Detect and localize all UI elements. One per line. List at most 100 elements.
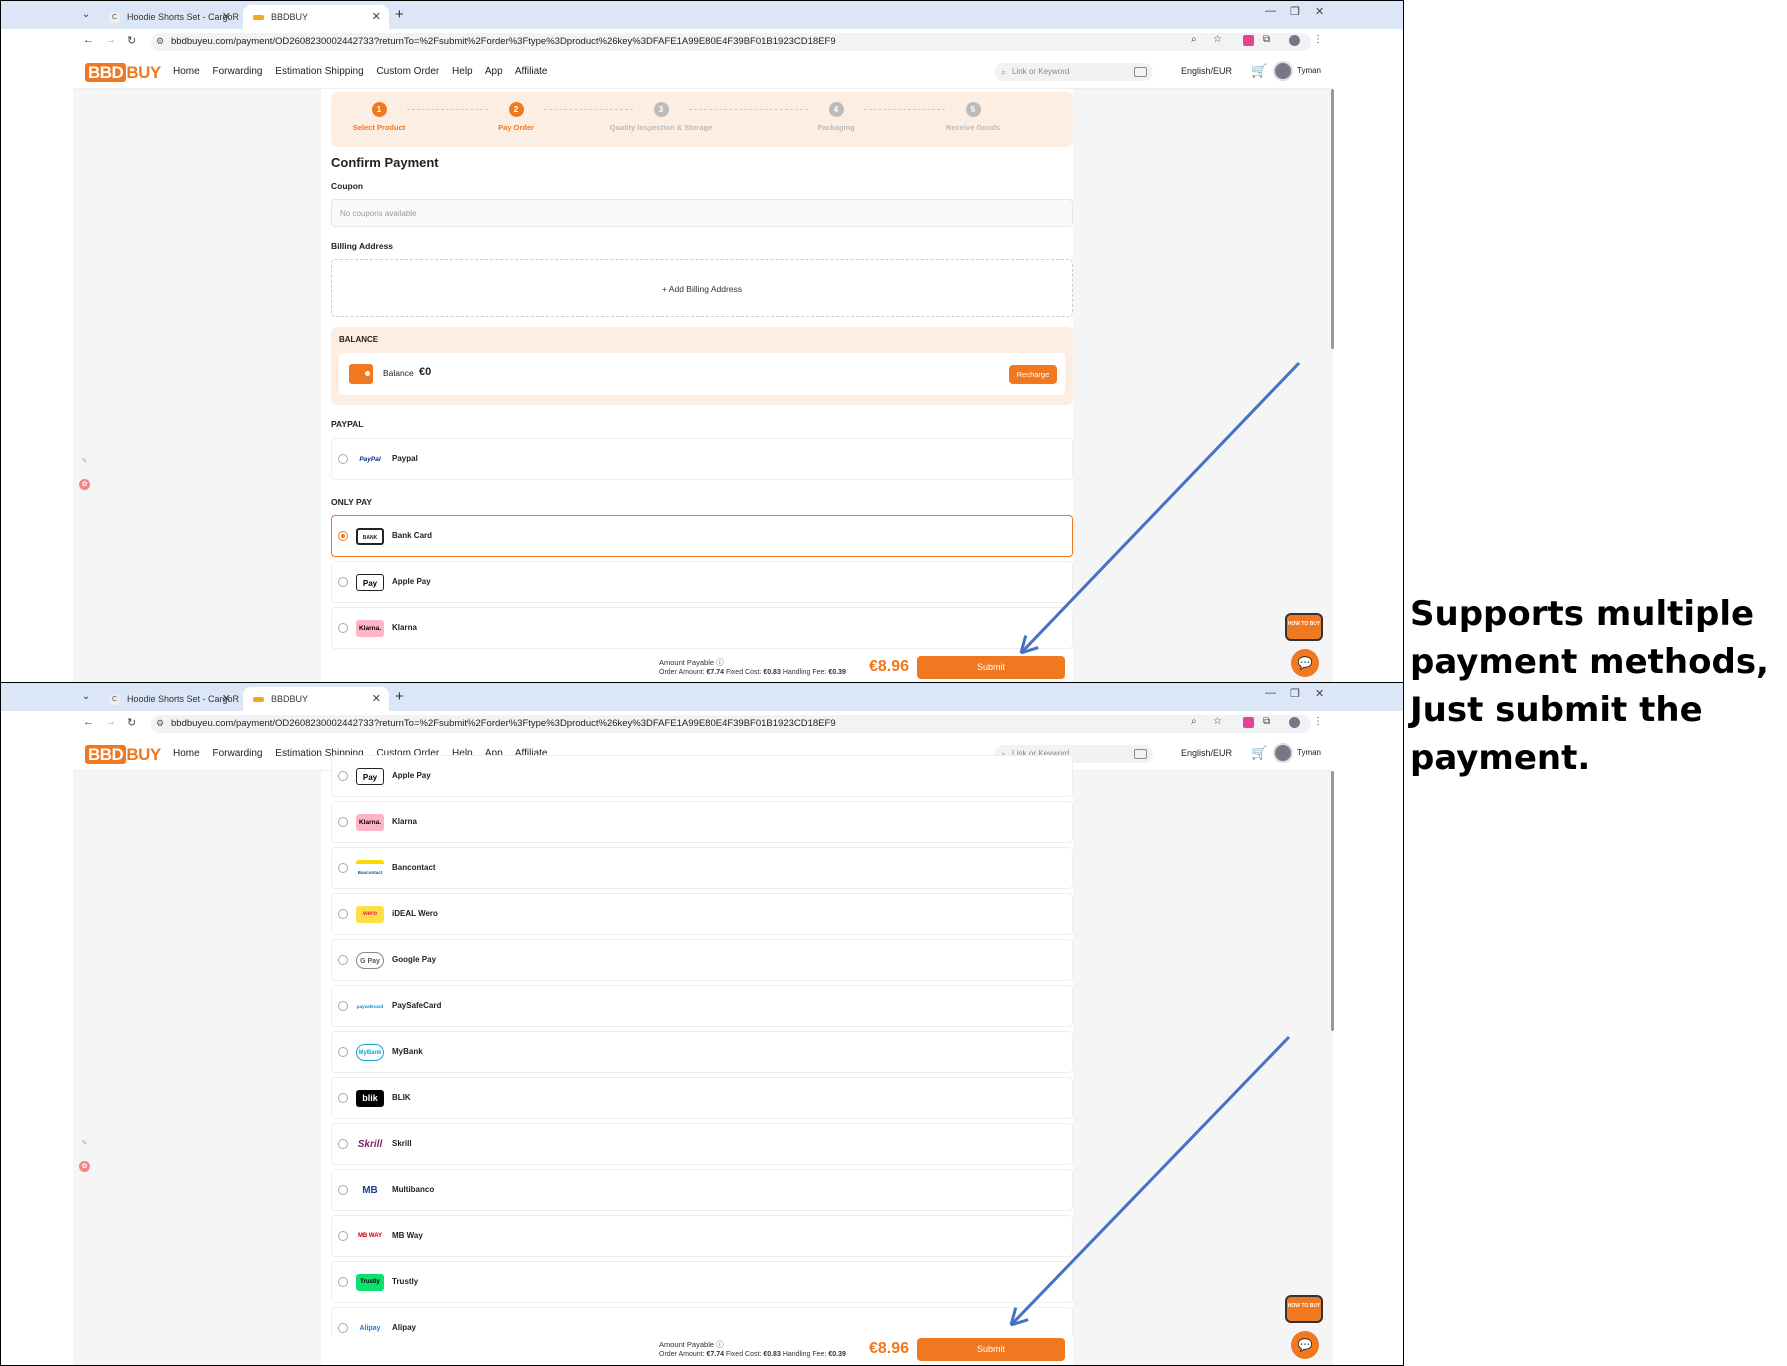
site-info-icon[interactable]: ⚙ [156, 718, 164, 729]
new-tab-icon[interactable]: + [395, 687, 404, 707]
close-window-icon[interactable]: ✕ [1315, 5, 1324, 18]
menu-icon[interactable]: ⋮ [1313, 34, 1323, 45]
side-note-icon[interactable]: ✎ [79, 1138, 90, 1149]
payment-method-trustly[interactable]: Trustly Trustly [331, 1261, 1073, 1303]
menu-estimation-shipping[interactable]: Estimation Shipping [275, 66, 363, 77]
radio-button[interactable] [338, 1093, 348, 1103]
radio-button[interactable] [338, 909, 348, 919]
radio-button[interactable] [338, 955, 348, 965]
payment-method-paysafecard[interactable]: paysafecard PaySafeCard [331, 985, 1073, 1027]
restore-icon[interactable]: ❐ [1290, 5, 1300, 18]
payment-method-bank-card[interactable]: BANK Bank Card [331, 515, 1073, 557]
payment-method-ideal-wero[interactable]: wero iDEAL Wero [331, 893, 1073, 935]
menu-forwarding[interactable]: Forwarding [212, 748, 262, 759]
payment-method-multibanco[interactable]: MB Multibanco [331, 1169, 1073, 1211]
bbdbuy-logo[interactable]: BBD BUY [85, 63, 161, 83]
payment-method-skrill[interactable]: Skrill Skrill [331, 1123, 1073, 1165]
zoom-icon[interactable]: ⌕ [1191, 716, 1197, 727]
menu-affiliate[interactable]: Affiliate [515, 66, 548, 77]
minimize-icon[interactable]: — [1265, 687, 1276, 699]
tab-list-icon[interactable]: ⌄ [77, 688, 95, 706]
side-help-icon[interactable]: ✿ [79, 479, 90, 490]
back-icon[interactable]: ← [83, 716, 94, 728]
radio-button[interactable] [338, 1277, 348, 1287]
menu-forwarding[interactable]: Forwarding [212, 66, 262, 77]
url-field[interactable]: ⚙ bbdbuyeu.com/payment/OD260823000244273… [151, 33, 1311, 51]
tab-hoodie[interactable]: C Hoodie Shorts Set - CargoRe ✕ [99, 687, 239, 711]
profile-icon[interactable] [1289, 717, 1300, 728]
forward-icon[interactable]: → [105, 716, 116, 728]
radio-button[interactable] [338, 863, 348, 873]
restore-icon[interactable]: ❐ [1290, 687, 1300, 700]
info-icon[interactable]: ⓘ [716, 1340, 724, 1349]
star-icon[interactable]: ☆ [1213, 716, 1222, 727]
radio-button[interactable] [338, 1231, 348, 1241]
recharge-button[interactable]: Recharge [1009, 365, 1057, 384]
radio-button[interactable] [338, 1001, 348, 1011]
cart-icon[interactable]: 🛒 [1251, 745, 1267, 761]
zoom-icon[interactable]: ⌕ [1191, 34, 1197, 45]
payment-method-klarna[interactable]: Klarna. Klarna [331, 801, 1073, 843]
avatar[interactable] [1273, 743, 1293, 763]
close-window-icon[interactable]: ✕ [1315, 687, 1324, 700]
scrollbar[interactable] [1331, 771, 1334, 1031]
search-input[interactable]: ⌕ Link or Keyword [995, 63, 1153, 81]
submit-button[interactable]: Submit [917, 1338, 1065, 1361]
language-selector[interactable]: English/EUR [1181, 66, 1232, 76]
radio-button[interactable] [338, 577, 348, 587]
tab-list-icon[interactable]: ⌄ [77, 6, 95, 24]
cart-icon[interactable]: 🛒 [1251, 63, 1267, 79]
close-icon[interactable]: ✕ [372, 5, 381, 29]
extension-icon[interactable] [1243, 717, 1254, 728]
profile-icon[interactable] [1289, 35, 1300, 46]
how-to-buy-button[interactable]: HOW TO BUY [1285, 1295, 1323, 1323]
radio-button[interactable] [338, 1323, 348, 1333]
add-billing-address-button[interactable]: + Add Billing Address [331, 259, 1073, 317]
username[interactable]: Tyman [1297, 748, 1321, 757]
puzzle-icon[interactable]: ⧉ [1263, 34, 1270, 45]
username[interactable]: Tyman [1297, 66, 1321, 75]
payment-method-paypal[interactable]: PayPal Paypal [331, 438, 1073, 480]
payment-method-mybank[interactable]: MyBank MyBank [331, 1031, 1073, 1073]
payment-method-apple-pay[interactable]: Pay Apple Pay [331, 561, 1073, 603]
payment-method-google-pay[interactable]: G Pay Google Pay [331, 939, 1073, 981]
tab-bbdbuy[interactable]: BBDBUY ✕ [243, 687, 389, 711]
radio-button[interactable] [338, 531, 348, 541]
tab-bbdbuy[interactable]: BBDBUY ✕ [243, 5, 389, 29]
menu-icon[interactable]: ⋮ [1313, 716, 1323, 727]
radio-button[interactable] [338, 1139, 348, 1149]
image-search-icon[interactable] [1134, 749, 1147, 759]
submit-button[interactable]: Submit [917, 656, 1065, 679]
new-tab-icon[interactable]: + [395, 5, 404, 25]
payment-method-apple-pay[interactable]: Pay Apple Pay [331, 755, 1073, 797]
back-icon[interactable]: ← [83, 34, 94, 46]
payment-method-blik[interactable]: blik BLIK [331, 1077, 1073, 1119]
star-icon[interactable]: ☆ [1213, 34, 1222, 45]
forward-icon[interactable]: → [105, 34, 116, 46]
payment-method-bancontact[interactable]: Bancontact Bancontact [331, 847, 1073, 889]
close-icon[interactable]: ✕ [222, 687, 231, 711]
bbdbuy-logo[interactable]: BBD BUY [85, 745, 161, 765]
radio-button[interactable] [338, 771, 348, 781]
menu-custom-order[interactable]: Custom Order [376, 66, 439, 77]
scrollbar[interactable] [1331, 89, 1334, 349]
tab-hoodie[interactable]: C Hoodie Shorts Set - CargoRe ✕ [99, 5, 239, 29]
radio-button[interactable] [338, 1185, 348, 1195]
reload-icon[interactable]: ↻ [127, 716, 136, 729]
menu-help[interactable]: Help [452, 66, 473, 77]
side-note-icon[interactable]: ✎ [79, 456, 90, 467]
chat-icon[interactable]: 💬 [1291, 649, 1319, 677]
payment-method-mb-way[interactable]: MB WAY MB Way [331, 1215, 1073, 1257]
radio-button[interactable] [338, 623, 348, 633]
side-help-icon[interactable]: ✿ [79, 1161, 90, 1172]
coupon-field[interactable]: No coupons available [331, 199, 1073, 227]
radio-button[interactable] [338, 1047, 348, 1057]
info-icon[interactable]: ⓘ [716, 658, 724, 667]
menu-home[interactable]: Home [173, 66, 200, 77]
chat-icon[interactable]: 💬 [1291, 1331, 1319, 1359]
puzzle-icon[interactable]: ⧉ [1263, 716, 1270, 727]
how-to-buy-button[interactable]: HOW TO BUY [1285, 613, 1323, 641]
minimize-icon[interactable]: — [1265, 5, 1276, 17]
extension-icon[interactable] [1243, 35, 1254, 46]
avatar[interactable] [1273, 61, 1293, 81]
